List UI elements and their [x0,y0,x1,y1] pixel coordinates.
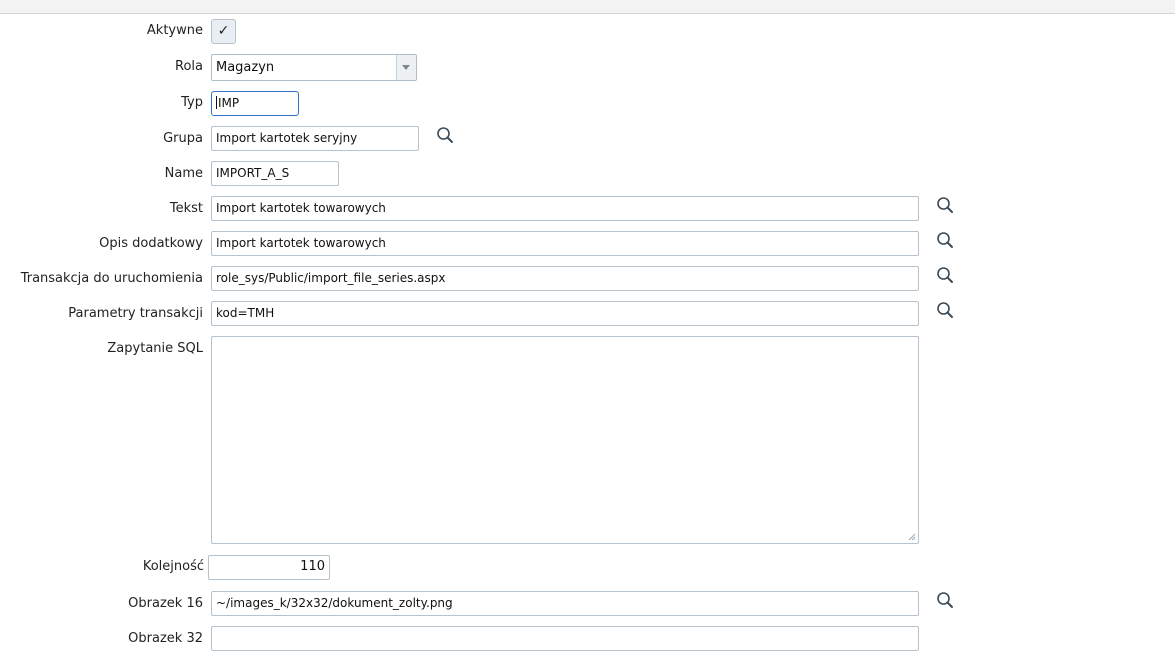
rola-label: Rola [175,59,203,74]
transakcja-input[interactable]: role_sys/Public/import_file_series.aspx [211,266,919,291]
transakcja-value: role_sys/Public/import_file_series.aspx [216,271,446,285]
chevron-down-icon[interactable] [396,55,416,80]
check-icon: ✓ [217,23,230,39]
parametry-label: Parametry transakcji [68,306,203,321]
aktywne-checkbox[interactable]: ✓ [211,19,236,44]
typ-value: IMP [218,96,240,110]
grupa-label: Grupa [163,131,203,146]
row-name: Name IMPORT_A_S [0,161,1175,187]
row-obrazek32: Obrazek 32 [0,626,1175,652]
parametry-input[interactable]: kod=TMH [211,301,919,326]
typ-input[interactable]: IMP [211,91,299,116]
name-input[interactable]: IMPORT_A_S [211,161,339,186]
rola-selected-value: Magazyn [216,60,275,75]
opis-value: Import kartotek towarowych [216,236,386,250]
obrazek32-input[interactable] [211,626,919,651]
obrazek16-input[interactable]: ~/images_k/32x32/dokument_zolty.png [211,591,919,616]
tekst-input[interactable]: Import kartotek towarowych [211,196,919,221]
tekst-value: Import kartotek towarowych [216,201,386,215]
search-icon[interactable] [936,301,954,319]
row-rola: Rola Magazyn [0,54,1175,82]
search-icon[interactable] [936,591,954,609]
grupa-input[interactable]: Import kartotek seryjny [211,126,419,151]
sql-textarea[interactable] [211,336,919,544]
tekst-label: Tekst [169,201,203,216]
obrazek32-label: Obrazek 32 [128,631,203,646]
row-transakcja: Transakcja do uruchomienia role_sys/Publ… [0,266,1175,292]
kolejnosc-input[interactable]: 110 [208,555,330,580]
opis-input[interactable]: Import kartotek towarowych [211,231,919,256]
top-bar [0,0,1175,14]
row-grupa: Grupa Import kartotek seryjny [0,126,1175,152]
row-obrazek16: Obrazek 16 ~/images_k/32x32/dokument_zol… [0,591,1175,617]
search-icon[interactable] [936,266,954,284]
text-caret [216,96,217,109]
resize-grip-icon[interactable] [908,533,916,541]
row-opis: Opis dodatkowy Import kartotek towarowyc… [0,231,1175,257]
grupa-value: Import kartotek seryjny [216,131,358,145]
row-parametry: Parametry transakcji kod=TMH [0,301,1175,327]
parametry-value: kod=TMH [216,306,275,320]
obrazek16-value: ~/images_k/32x32/dokument_zolty.png [216,596,453,610]
kolejnosc-value: 110 [300,559,325,574]
rola-select[interactable]: Magazyn [211,54,417,81]
sql-label: Zapytanie SQL [107,341,203,356]
kolejnosc-label: Kolejność [142,559,204,574]
row-typ: Typ IMP [0,91,1175,117]
name-label: Name [164,166,203,181]
search-icon[interactable] [936,231,954,249]
aktywne-label: Aktywne [146,23,203,38]
opis-label: Opis dodatkowy [99,236,203,251]
name-value: IMPORT_A_S [216,166,290,180]
row-tekst: Tekst Import kartotek towarowych [0,196,1175,222]
typ-label: Typ [181,95,203,110]
obrazek16-label: Obrazek 16 [128,596,203,611]
row-sql: Zapytanie SQL [0,336,1175,544]
search-icon[interactable] [436,126,454,144]
transakcja-label: Transakcja do uruchomienia [20,271,203,286]
row-kolejnosc: Kolejność 110 [0,555,1175,581]
search-icon[interactable] [936,196,954,214]
row-aktywne: Aktywne ✓ [0,19,1175,45]
